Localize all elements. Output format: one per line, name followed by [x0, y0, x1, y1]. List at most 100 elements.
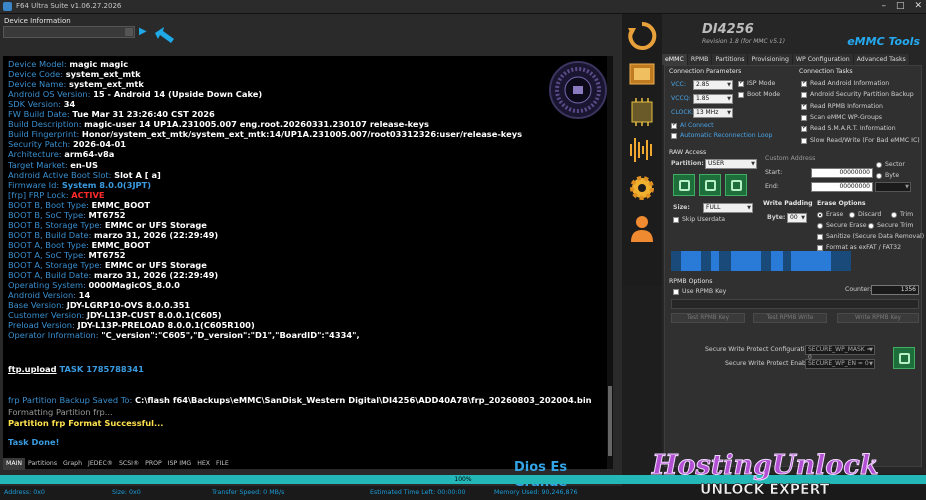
refresh-icon[interactable] [626, 20, 658, 52]
conn-task-checkbox[interactable] [801, 92, 807, 99]
console-label: BOOT B, Storage Type: [8, 219, 105, 230]
tab-scsi[interactable]: SCSI® [116, 458, 142, 470]
console-label: BOOT B, Boot Type: [8, 199, 92, 210]
scrollbar-thumb[interactable] [608, 386, 612, 456]
clock-select[interactable]: 13 MHz ▼ [693, 108, 733, 118]
erase-icon [731, 180, 742, 191]
console-line: Partition frp Format Successful... [8, 418, 163, 428]
tab-wp-configuration[interactable]: WP Configuration [792, 54, 854, 65]
boot-mode-label: Boot Mode [747, 91, 781, 98]
apply-swp-button[interactable] [893, 347, 915, 369]
console-value: 0000MagicOS_8.0.0 [88, 280, 180, 291]
console-value: Tue Mar 31 23:26:40 CST 2026 [72, 109, 215, 120]
minimize-icon[interactable]: – [881, 1, 886, 11]
tab-hex[interactable]: HEX [194, 458, 213, 470]
swp-config-select[interactable]: SECURE_WP_MASK = 0 ▼ [805, 345, 875, 361]
size-label: Size: [673, 204, 690, 211]
tab-advanced-tasks[interactable]: Advanced Tasks [853, 54, 910, 65]
console-value: JDY-L13P-PRELOAD 8.0.0.1(C605R100) [77, 320, 255, 331]
console-value: ACTIVE [71, 189, 105, 200]
tab-graph[interactable]: Graph [60, 458, 85, 470]
console-value: JDY-LGRP10-OVS 8.0.0.351 [66, 300, 191, 311]
console-label: Android OS Version: [8, 89, 94, 100]
tab-rpmb[interactable]: RPMB [687, 54, 713, 65]
tab-jedec[interactable]: JEDEC® [85, 458, 116, 470]
counter-input[interactable]: 1356 [871, 285, 919, 295]
partition-select[interactable]: USER ▼ [705, 159, 757, 169]
unit-select[interactable]: ▼ [875, 182, 911, 192]
padding-byte-select[interactable]: 00 ▼ [787, 213, 807, 223]
start-label: Start: [765, 169, 783, 176]
trim-radio[interactable] [891, 212, 897, 218]
secure-trim-radio[interactable] [868, 223, 874, 229]
console-line: Preload Version: JDY-L13P-PRELOAD 8.0.0.… [8, 320, 255, 330]
use-rpmb-key-checkbox[interactable] [673, 289, 679, 295]
conn-task-checkbox[interactable] [801, 124, 807, 133]
waveform-icon[interactable] [626, 134, 658, 166]
ai-connect-checkbox[interactable] [671, 121, 677, 129]
rpmb-key-input[interactable] [671, 299, 919, 309]
user-icon[interactable] [626, 212, 658, 244]
chevron-down-icon[interactable] [125, 28, 133, 36]
start-address-input[interactable]: 00000000 [811, 168, 873, 178]
size-value: FULL [706, 204, 721, 211]
size-select[interactable]: FULL ▼ [703, 203, 753, 213]
erase-partition-button[interactable] [725, 174, 747, 196]
sanitize-checkbox[interactable] [817, 234, 823, 240]
secure-erase-radio[interactable] [817, 223, 823, 229]
tab-main[interactable]: MAIN [3, 458, 26, 470]
test-rpmb-write-button[interactable]: Test RPMB Write [753, 313, 827, 323]
swp-enable-value: SECURE_WP_EN = 0 [808, 360, 869, 367]
raw-access-title: RAW Access [669, 149, 707, 156]
maximize-icon[interactable]: □ [896, 1, 905, 11]
skip-userdata-checkbox[interactable] [673, 217, 679, 223]
console-label: Device Name: [8, 79, 69, 90]
play-icon[interactable]: ▶ [139, 26, 151, 38]
secure-erase-label: Secure Erase [826, 222, 867, 229]
console-line: Firmware Id: System 8.0.0(3JPT) [8, 180, 151, 190]
console-scrollbar[interactable] [607, 56, 613, 469]
conn-task-checkbox[interactable] [801, 102, 807, 110]
device-select[interactable] [3, 26, 135, 38]
conn-task-checkbox[interactable] [801, 114, 807, 121]
tab-isp-img[interactable]: ISP IMG [165, 458, 194, 470]
tab-partitions[interactable]: Partitions [25, 458, 60, 470]
auto-reconnect-checkbox[interactable] [671, 133, 677, 139]
gear-icon[interactable] [626, 172, 658, 204]
discard-radio[interactable] [849, 212, 855, 218]
erase-radio[interactable] [817, 212, 823, 218]
vcc-select[interactable]: 2.85 ▼ [693, 80, 733, 90]
log-console[interactable]: Device Model: magic magic Device Code: sy… [3, 56, 613, 469]
format-success-text: Partition frp Format Successful... [8, 418, 164, 428]
test-rpmb-key-button[interactable]: Test RPMB Key [671, 313, 745, 323]
write-partition-button[interactable] [699, 174, 721, 196]
tab-file[interactable]: FILE [213, 458, 232, 470]
tab-prop[interactable]: PROP [142, 458, 165, 470]
vccq-select[interactable]: 1.85 ▼ [693, 94, 733, 104]
boot-mode-checkbox[interactable] [738, 92, 744, 98]
conn-task-checkbox[interactable] [801, 79, 807, 87]
end-address-input[interactable]: 00000000 [811, 182, 873, 192]
console-label: Android Active Boot Slot: [8, 169, 115, 180]
tab-partitions[interactable]: Partitions [712, 54, 749, 65]
conn-task-checkbox[interactable] [801, 137, 807, 144]
swp-enable-select[interactable]: SECURE_WP_EN = 0 ▼ [805, 359, 875, 369]
isp-mode-label: ISP Mode [747, 80, 776, 87]
skip-userdata-label: Skip Userdata [682, 216, 726, 223]
console-line: BOOT A, SoC Type: MT6752 [8, 250, 126, 260]
memory-chip-icon[interactable] [626, 96, 658, 128]
sector-radio[interactable] [876, 162, 882, 168]
console-value: JDY-L13P-CUST 8.0.0.1(C605) [86, 310, 222, 321]
status-memory: Memory Used: 90,246,876 [494, 489, 578, 496]
byte-radio[interactable] [876, 173, 882, 179]
isp-mode-checkbox[interactable] [738, 79, 744, 87]
tab-provisioning[interactable]: Provisioning [748, 54, 793, 65]
tab-emmc[interactable]: eMMC [662, 54, 688, 65]
write-rpmb-key-button[interactable]: Write RPMB Key [837, 313, 919, 323]
close-icon[interactable]: ✕ [914, 1, 922, 11]
vccq-label: VCCQ: [671, 95, 691, 102]
sanitize-label: Sanitize (Secure Data Removal) [826, 233, 925, 240]
console-line: Android Active Boot Slot: Slot A [ a] [8, 170, 161, 180]
read-partition-button[interactable] [673, 174, 695, 196]
emmc-chip-icon[interactable] [626, 58, 658, 90]
